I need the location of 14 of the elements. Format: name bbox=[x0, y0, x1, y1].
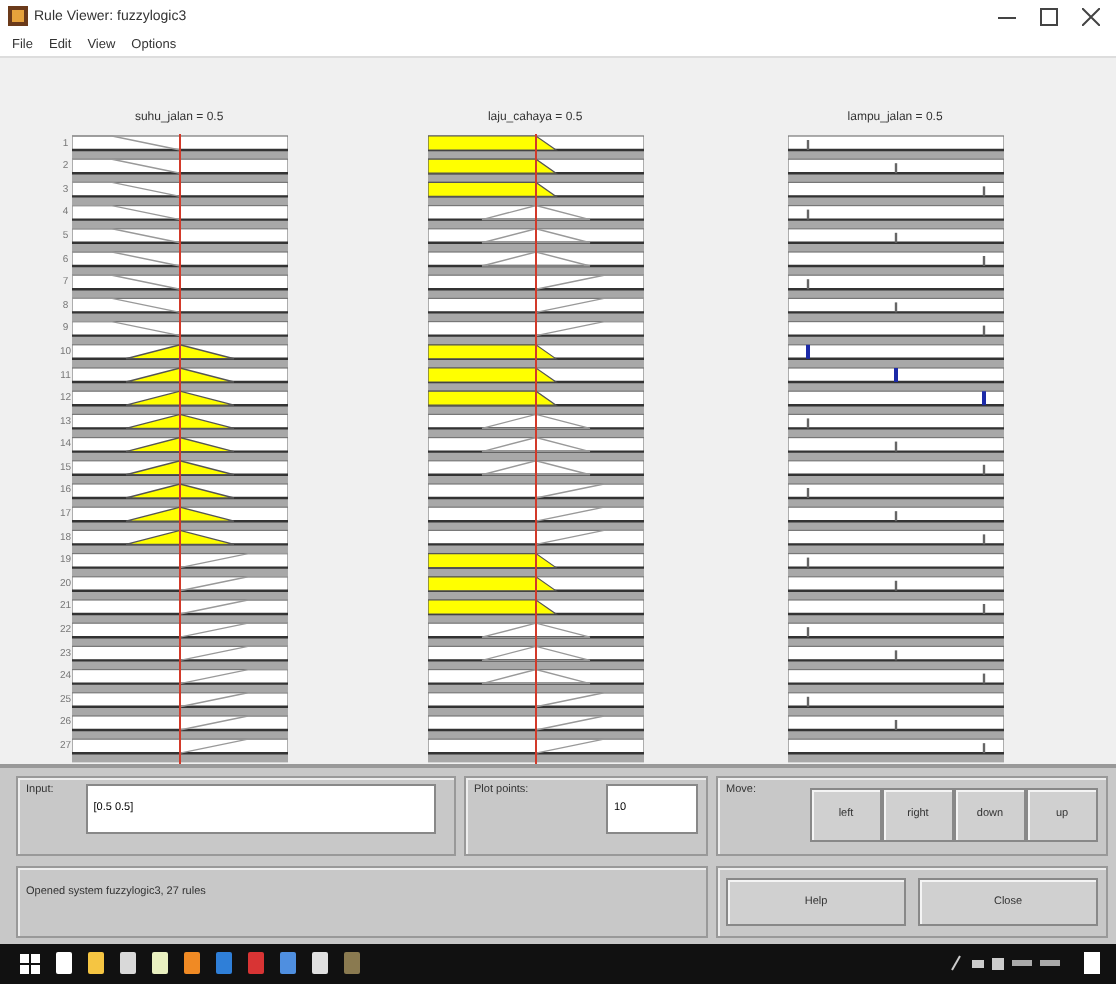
taskbar-app-icon[interactable] bbox=[88, 952, 104, 975]
taskbar-app-icon[interactable] bbox=[280, 952, 296, 975]
app-icon bbox=[8, 6, 28, 27]
taskbar-app-icon[interactable] bbox=[56, 952, 72, 975]
input-value-line[interactable] bbox=[178, 133, 181, 764]
taskbar-app-icon[interactable] bbox=[312, 952, 328, 975]
taskbar-app-icon[interactable] bbox=[152, 952, 168, 975]
start-icon[interactable] bbox=[20, 953, 40, 974]
maximize-icon[interactable] bbox=[1040, 7, 1058, 26]
taskbar-app-icon[interactable] bbox=[184, 952, 200, 975]
close-icon[interactable] bbox=[1082, 7, 1100, 26]
notification-icon[interactable] bbox=[1084, 952, 1100, 975]
input-value-line[interactable] bbox=[534, 133, 537, 764]
taskbar-app-icon[interactable] bbox=[120, 952, 136, 975]
